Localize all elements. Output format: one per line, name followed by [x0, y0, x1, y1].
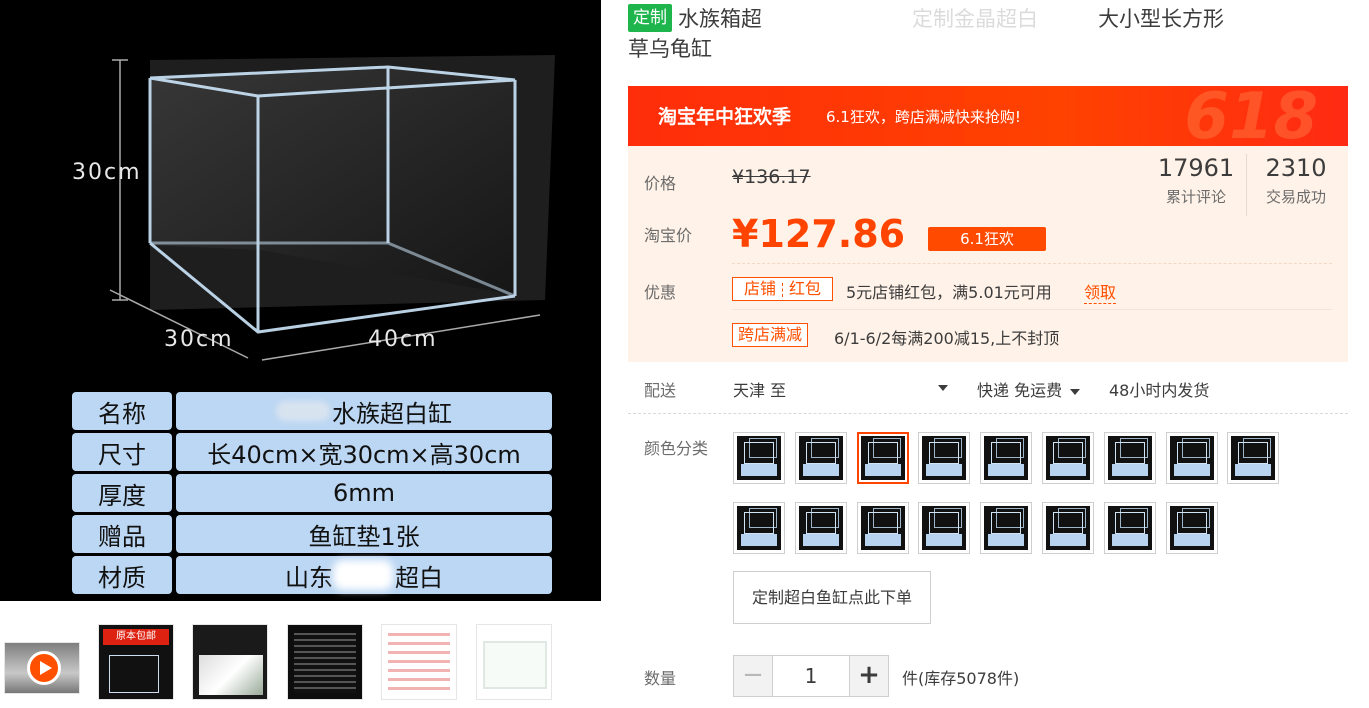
spec-value: 鱼缸垫1张 [176, 515, 552, 553]
product-title: 定制 水族箱超 定制金晶超白 大小型长方形 草乌龟缸 [628, 4, 1348, 64]
spec-key: 尺寸 [72, 433, 172, 471]
quantity-label: 数量 [644, 669, 677, 688]
sku-option[interactable] [733, 502, 785, 554]
spec-value: 山东 超白 [176, 556, 552, 594]
thumbnail[interactable] [192, 624, 268, 700]
quantity-input[interactable]: 1 [773, 655, 849, 697]
sku-custom-option[interactable]: 定制超白鱼缸点此下单 [733, 571, 931, 624]
sku-option[interactable] [1042, 502, 1094, 554]
spec-row: 厚度 6mm [72, 474, 552, 512]
stock-text: 件(库存5078件) [902, 669, 1020, 688]
spec-row: 材质 山东 超白 [72, 556, 552, 594]
deal-stat[interactable]: 2310 交易成功 [1256, 154, 1336, 207]
decrease-button[interactable]: − [733, 655, 773, 697]
thumbnail[interactable] [381, 624, 457, 700]
taobao-price-label: 淘宝价 [644, 226, 693, 245]
price-panel: 价格 ¥136.17 淘宝价 ¥127.86 6.1狂欢 17961 累计评论 … [628, 146, 1348, 362]
depth-dimension: 30cm [164, 327, 234, 352]
ship-from: 天津 至 [733, 381, 787, 400]
spec-key: 赠品 [72, 515, 172, 553]
spec-key: 名称 [72, 392, 172, 430]
current-price: ¥127.86 [732, 212, 906, 256]
spec-value: 6mm [176, 474, 552, 512]
claim-coupon-link[interactable]: 领取 [1084, 279, 1117, 304]
sku-option[interactable] [856, 432, 909, 484]
sku-option[interactable] [918, 502, 971, 554]
chevron-down-icon [1070, 388, 1081, 395]
spec-row: 尺寸 长40cm×宽30cm×高30cm [72, 433, 552, 471]
thumbnail[interactable] [476, 624, 552, 700]
spec-key: 材质 [72, 556, 172, 594]
spec-key: 厚度 [72, 474, 172, 512]
sku-label: 颜色分类 [644, 439, 709, 458]
price-label: 价格 [644, 174, 677, 193]
sku-option[interactable] [1165, 432, 1218, 484]
banner-subtitle: 6.1狂欢，跨店满减快来抢购! [826, 108, 1021, 126]
shop-coupon-badge: 店铺 红包 [732, 277, 834, 301]
destination-dropdown[interactable] [930, 377, 948, 396]
main-product-image[interactable]: 30cm 30cm 40cm 名称 水族超白缸 尺寸 长40cm×宽30cm×高… [0, 0, 601, 601]
custom-tag: 定制 [628, 4, 672, 32]
sku-option[interactable] [1103, 432, 1156, 484]
height-dimension: 30cm [72, 160, 142, 185]
sku-option[interactable] [733, 432, 785, 484]
promo-tag: 6.1狂欢 [928, 227, 1046, 251]
sku-option[interactable] [918, 432, 971, 484]
sku-option[interactable] [1103, 502, 1156, 554]
quantity-stepper: − 1 + [733, 655, 889, 697]
shipping-method-dropdown[interactable]: 快递 免运费 [977, 377, 1081, 401]
sku-option[interactable] [980, 502, 1033, 554]
thumbnail[interactable]: 原本包邮 [98, 624, 174, 700]
sku-option[interactable] [794, 502, 847, 554]
promo-banner[interactable]: 618 淘宝年中狂欢季 6.1狂欢，跨店满减快来抢购! [628, 86, 1348, 146]
original-price: ¥136.17 [732, 166, 811, 188]
thumbnail[interactable] [287, 624, 363, 700]
spec-row: 名称 水族超白缸 [72, 392, 552, 430]
sku-option[interactable] [856, 502, 909, 554]
offers-label: 优惠 [644, 283, 677, 302]
spec-table: 名称 水族超白缸 尺寸 长40cm×宽30cm×高30cm 厚度 6mm 赠品 … [72, 392, 552, 597]
thumbnail-strip: 原本包邮 [0, 624, 601, 704]
spec-value: 水族超白缸 [176, 392, 552, 430]
sku-option[interactable] [980, 432, 1033, 484]
shipping-label: 配送 [644, 381, 677, 400]
increase-button[interactable]: + [849, 655, 889, 697]
cross-store-badge: 跨店满减 [732, 323, 809, 347]
review-stat[interactable]: 17961 累计评论 [1156, 154, 1236, 207]
banner-title: 淘宝年中狂欢季 [658, 106, 792, 128]
video-thumbnail[interactable] [4, 642, 80, 694]
sku-option[interactable] [1227, 432, 1280, 484]
chevron-down-icon [938, 384, 948, 391]
play-icon[interactable] [27, 651, 61, 685]
delivery-time: 48小时内发货 [1109, 381, 1210, 400]
sku-option[interactable] [1165, 502, 1218, 554]
coupon-text: 5元店铺红包，满5.01元可用 [846, 283, 1052, 302]
width-dimension: 40cm [368, 327, 438, 352]
sku-option[interactable] [1042, 432, 1094, 484]
spec-value: 长40cm×宽30cm×高30cm [176, 433, 552, 471]
cross-store-text: 6/1-6/2每满200减15,上不封顶 [834, 329, 1060, 348]
spec-row: 赠品 鱼缸垫1张 [72, 515, 552, 553]
sku-option[interactable] [794, 432, 847, 484]
